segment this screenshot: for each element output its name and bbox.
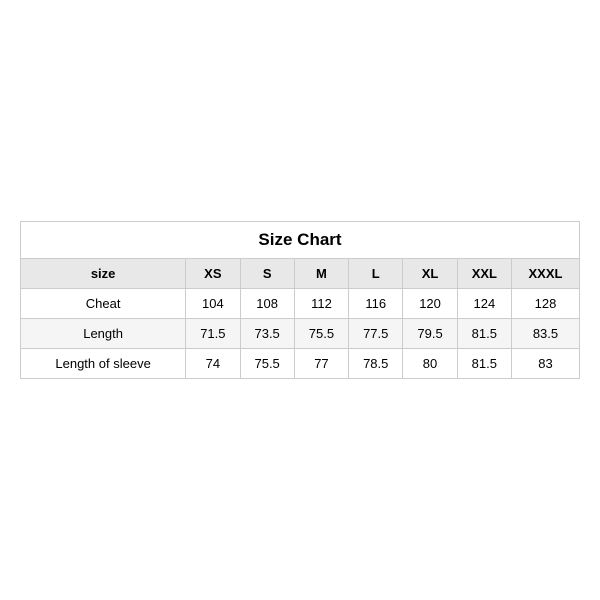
header-m: M bbox=[294, 259, 348, 289]
cell: 128 bbox=[511, 289, 579, 319]
cell: 112 bbox=[294, 289, 348, 319]
header-xxl: XXL bbox=[457, 259, 511, 289]
row-label-sleeve: Length of sleeve bbox=[21, 349, 186, 379]
header-size: size bbox=[21, 259, 186, 289]
row-label-cheat: Cheat bbox=[21, 289, 186, 319]
cell: 73.5 bbox=[240, 319, 294, 349]
title-row: Size Chart bbox=[21, 222, 580, 259]
cell: 71.5 bbox=[186, 319, 240, 349]
cell: 75.5 bbox=[294, 319, 348, 349]
table-row: Length 71.5 73.5 75.5 77.5 79.5 81.5 83.… bbox=[21, 319, 580, 349]
header-s: S bbox=[240, 259, 294, 289]
cell: 77.5 bbox=[349, 319, 403, 349]
header-xxxl: XXXL bbox=[511, 259, 579, 289]
cell: 124 bbox=[457, 289, 511, 319]
header-row: size XS S M L XL XXL XXXL bbox=[21, 259, 580, 289]
cell: 78.5 bbox=[349, 349, 403, 379]
cell: 120 bbox=[403, 289, 457, 319]
cell: 83.5 bbox=[511, 319, 579, 349]
cell: 81.5 bbox=[457, 349, 511, 379]
row-label-length: Length bbox=[21, 319, 186, 349]
cell: 74 bbox=[186, 349, 240, 379]
size-chart-container: Size Chart size XS S M L XL XXL XXXL Che… bbox=[20, 221, 580, 379]
table-row: Length of sleeve 74 75.5 77 78.5 80 81.5… bbox=[21, 349, 580, 379]
cell: 79.5 bbox=[403, 319, 457, 349]
header-xs: XS bbox=[186, 259, 240, 289]
header-l: L bbox=[349, 259, 403, 289]
table-title: Size Chart bbox=[21, 222, 580, 259]
cell: 81.5 bbox=[457, 319, 511, 349]
cell: 80 bbox=[403, 349, 457, 379]
size-chart-table: Size Chart size XS S M L XL XXL XXXL Che… bbox=[20, 221, 580, 379]
header-xl: XL bbox=[403, 259, 457, 289]
cell: 116 bbox=[349, 289, 403, 319]
cell: 75.5 bbox=[240, 349, 294, 379]
cell: 104 bbox=[186, 289, 240, 319]
table-row: Cheat 104 108 112 116 120 124 128 bbox=[21, 289, 580, 319]
cell: 77 bbox=[294, 349, 348, 379]
cell: 83 bbox=[511, 349, 579, 379]
cell: 108 bbox=[240, 289, 294, 319]
